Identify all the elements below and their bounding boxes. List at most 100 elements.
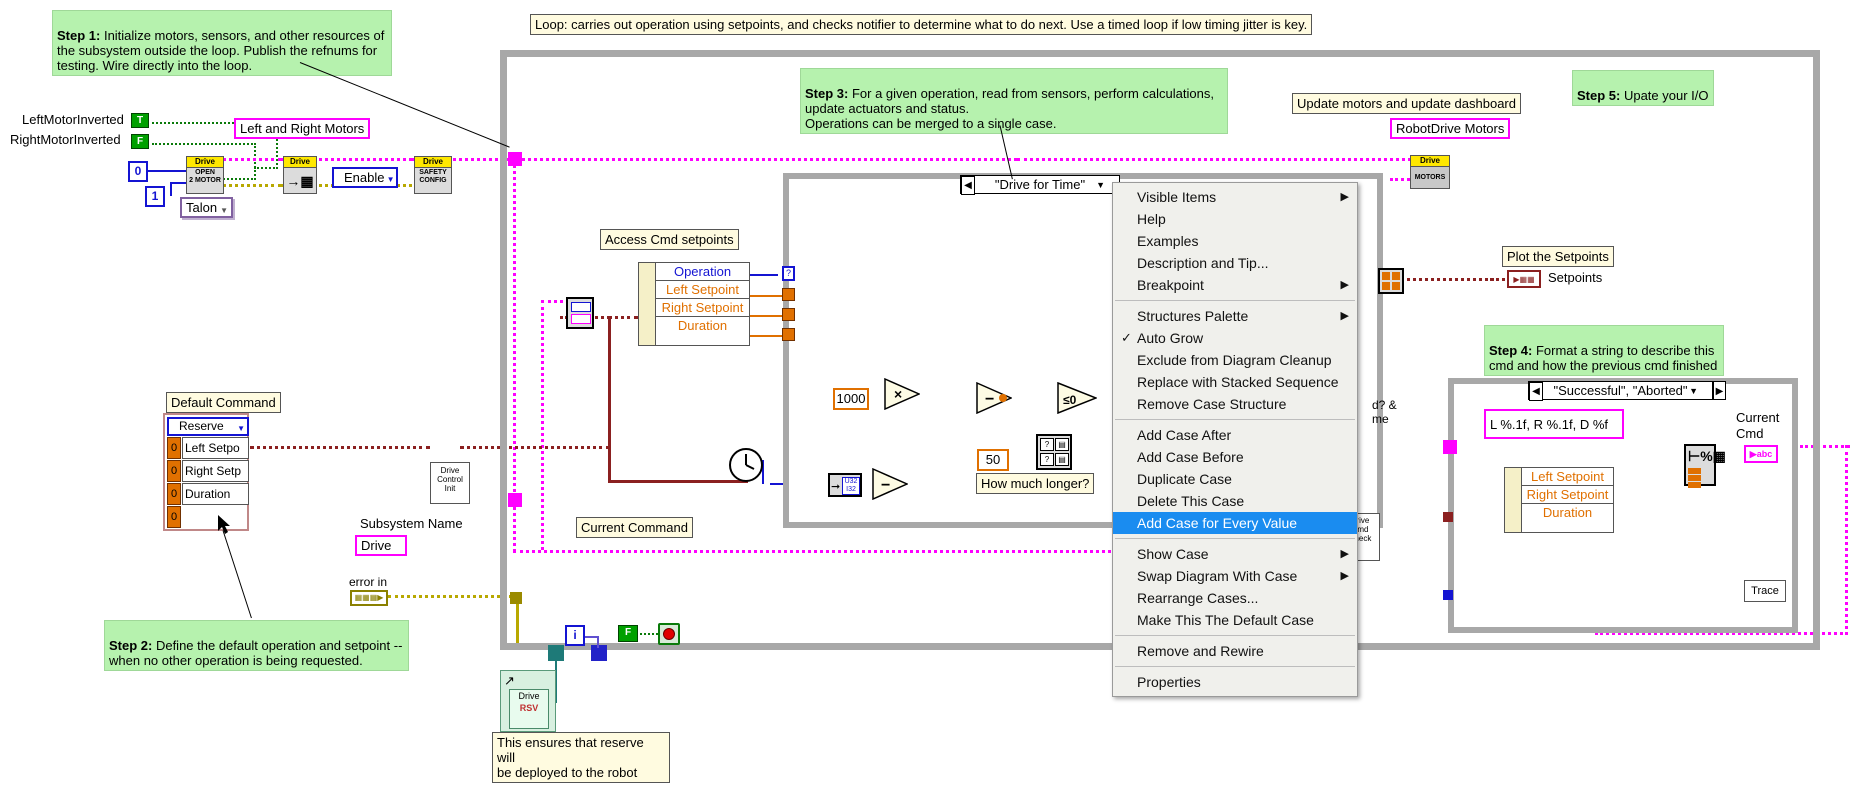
case-dropdown-icon[interactable]: ▼ <box>1096 177 1105 194</box>
block-diagram-canvas[interactable]: ◀ "Drive for Time" ▼ ? ◀ "Successful", "… <box>0 0 1870 787</box>
note-step-5-text: Upate your I/O <box>1620 88 1708 103</box>
default-cmd-zero-1: 0 <box>167 437 181 459</box>
menu-item-add-case-before[interactable]: Add Case Before <box>1113 446 1357 468</box>
indicator-trace[interactable]: Trace <box>1744 580 1786 602</box>
case-right-dropdown-icon[interactable]: ▼ <box>1689 383 1698 400</box>
menu-item-show-case[interactable]: Show Case▶ <box>1113 543 1357 565</box>
constant-one-motor[interactable]: 1 <box>145 186 165 207</box>
menu-item-structures-palette[interactable]: Structures Palette▶ <box>1113 305 1357 327</box>
constant-1000[interactable]: 1000 <box>833 388 869 410</box>
constant-format-string[interactable]: L %.1f, R %.1f, D %f <box>1484 409 1624 439</box>
unbundle-icon-1 <box>571 302 591 312</box>
context-menu[interactable]: Visible Items▶HelpExamplesDescription an… <box>1112 182 1358 697</box>
menu-item-delete-this-case[interactable]: Delete This Case <box>1113 490 1357 512</box>
vi-drive-write[interactable]: Drive →▦ <box>283 156 317 194</box>
loop-stop-terminal[interactable] <box>658 623 680 645</box>
menu-item-properties[interactable]: Properties <box>1113 671 1357 693</box>
cluster-cmd-setpoints[interactable]: Operation Left Setpoint Right Setpoint D… <box>638 262 750 346</box>
subtract-primitive-2[interactable]: − <box>872 468 908 500</box>
bundle-node-mid[interactable] <box>1378 268 1404 294</box>
note-current-command: Current Command <box>576 517 693 538</box>
menu-item-exclude-from-diagram-cleanup[interactable]: Exclude from Diagram Cleanup <box>1113 349 1357 371</box>
cluster-right-field-left[interactable]: Left Setpoint <box>1522 468 1613 486</box>
cluster-default-command[interactable]: Reserve 0 Left Setpo 0 Right Setp 0 Dura… <box>163 413 249 531</box>
menu-item-remove-case-structure[interactable]: Remove Case Structure <box>1113 393 1357 415</box>
case-prev-arrow[interactable]: ◀ <box>961 176 975 195</box>
case-selector-right[interactable]: ◀ "Successful", "Aborted" ▼ <box>1528 381 1713 400</box>
cluster-field-right-setpoint[interactable]: Right Setpoint <box>656 299 749 317</box>
menu-item-add-case-for-every-value[interactable]: Add Case for Every Value <box>1113 512 1357 534</box>
menu-item-make-this-the-default-case[interactable]: Make This The Default Case <box>1113 609 1357 631</box>
menu-item-rearrange-cases[interactable]: Rearrange Cases... <box>1113 587 1357 609</box>
vi-drive-open-2-motor[interactable]: Drive OPEN 2 MOTOR <box>186 156 224 194</box>
select-icon-tr: ▤ <box>1055 438 1069 451</box>
indicator-setpoints[interactable]: ▶▦▦ <box>1507 270 1541 288</box>
menu-item-help[interactable]: Help <box>1113 208 1357 230</box>
case-right-next-arrow[interactable]: ▶ <box>1713 381 1726 400</box>
menu-item-examples[interactable]: Examples <box>1113 230 1357 252</box>
terminal-iteration-i[interactable]: i <box>565 625 585 646</box>
vi-drive-reserve[interactable]: ↗ DriveRSV <box>500 670 556 732</box>
select-max-node[interactable]: ? ▤ ? ▤ <box>1036 434 1072 470</box>
note-reserve-deploy: This ensures that reserve will be deploy… <box>492 732 670 783</box>
label-left-motor-inverted: LeftMotorInverted <box>22 112 124 127</box>
unbundle-node-small[interactable] <box>566 297 594 329</box>
cluster-right-field-duration[interactable]: Duration <box>1522 504 1613 521</box>
constant-50[interactable]: 50 <box>977 449 1009 471</box>
menu-item-description-and-tip[interactable]: Description and Tip... <box>1113 252 1357 274</box>
menu-item-label: Delete This Case <box>1137 493 1244 509</box>
cluster-right-bar <box>1505 468 1522 532</box>
menu-item-visible-items[interactable]: Visible Items▶ <box>1113 186 1357 208</box>
tunnel-right-case-out2 <box>1443 590 1453 600</box>
menu-item-label: Add Case Before <box>1137 449 1244 465</box>
reserve-arrow-icon: ↗ <box>504 673 515 689</box>
note-update-motors: Update motors and update dashboard <box>1292 93 1521 114</box>
chevron-right-icon: ▶ <box>1341 186 1349 208</box>
cluster-right-setpoints[interactable]: Left Setpoint Right Setpoint Duration <box>1504 467 1614 533</box>
label-left-and-right-motors: Left and Right Motors <box>234 118 370 139</box>
case-right-prev-arrow[interactable]: ◀ <box>1529 382 1543 401</box>
note-step-5: Step 5: Upate your I/O <box>1572 70 1714 106</box>
menu-item-label: Replace with Stacked Sequence <box>1137 374 1339 390</box>
ring-talon[interactable]: Talon <box>180 197 233 218</box>
cluster-field-left-setpoint[interactable]: Left Setpoint <box>656 281 749 299</box>
terminal-right-motor-inverted[interactable]: F <box>131 134 149 149</box>
menu-item-add-case-after[interactable]: Add Case After <box>1113 424 1357 446</box>
case-selector-main[interactable]: ◀ "Drive for Time" ▼ <box>960 175 1120 194</box>
format-into-string-node[interactable]: ⊢%▦ <box>1684 444 1716 486</box>
menu-item-breakpoint[interactable]: Breakpoint▶ <box>1113 274 1357 296</box>
vi-drive-safety-config[interactable]: Drive SAFETY CONFIG <box>414 156 452 194</box>
multiply-primitive[interactable]: × <box>884 378 920 410</box>
menu-item-auto-grow[interactable]: ✓Auto Grow <box>1113 327 1357 349</box>
control-error-in[interactable]: ▦▦▦▶ <box>350 590 388 606</box>
default-cmd-field-3[interactable]: Duration <box>182 483 249 505</box>
vi-drive-control-init[interactable]: Drive Control Init <box>430 462 470 504</box>
clock-tick-count-icon[interactable] <box>728 447 764 483</box>
indicator-current-cmd[interactable]: ▶abc <box>1744 445 1778 463</box>
note-step-3-text: For a given operation, read from sensors… <box>805 86 1214 131</box>
less-equal-zero-primitive[interactable]: ≤0 <box>1057 382 1097 414</box>
svg-text:≤0: ≤0 <box>1063 393 1077 407</box>
wire-error-bottom <box>388 595 518 598</box>
vi-drive-motors-out[interactable]: Drive MOTORS <box>1410 155 1450 189</box>
cluster-field-duration[interactable]: Duration <box>656 317 749 334</box>
tunnel-operation: ? <box>782 266 795 281</box>
cluster-field-operation[interactable]: Operation <box>656 263 749 281</box>
menu-item-remove-and-rewire[interactable]: Remove and Rewire <box>1113 640 1357 662</box>
default-cmd-field-1[interactable]: Left Setpo <box>182 437 249 459</box>
note-step-1-text: Initialize motors, sensors, and other re… <box>57 28 384 73</box>
shift-register-node[interactable]: U32I32 ➞ <box>828 473 862 497</box>
ring-enable[interactable]: Enable <box>332 167 398 188</box>
note-step-4: Step 4: Format a string to describe this… <box>1484 325 1724 376</box>
cluster-right-field-right[interactable]: Right Setpoint <box>1522 486 1613 504</box>
menu-item-duplicate-case[interactable]: Duplicate Case <box>1113 468 1357 490</box>
terminal-stop-bool[interactable]: F <box>618 625 638 642</box>
vi-safety-body: SAFETY CONFIG <box>415 168 451 185</box>
vi-open2motor-caption: Drive <box>187 157 223 168</box>
menu-item-swap-diagram-with-case[interactable]: Swap Diagram With Case▶ <box>1113 565 1357 587</box>
menu-item-replace-with-stacked-sequence[interactable]: Replace with Stacked Sequence <box>1113 371 1357 393</box>
ring-reserve[interactable]: Reserve <box>167 417 249 436</box>
default-cmd-field-2[interactable]: Right Setp <box>182 460 249 482</box>
terminal-left-motor-inverted[interactable]: T <box>131 113 149 128</box>
constant-zero-motor[interactable]: 0 <box>128 161 148 182</box>
